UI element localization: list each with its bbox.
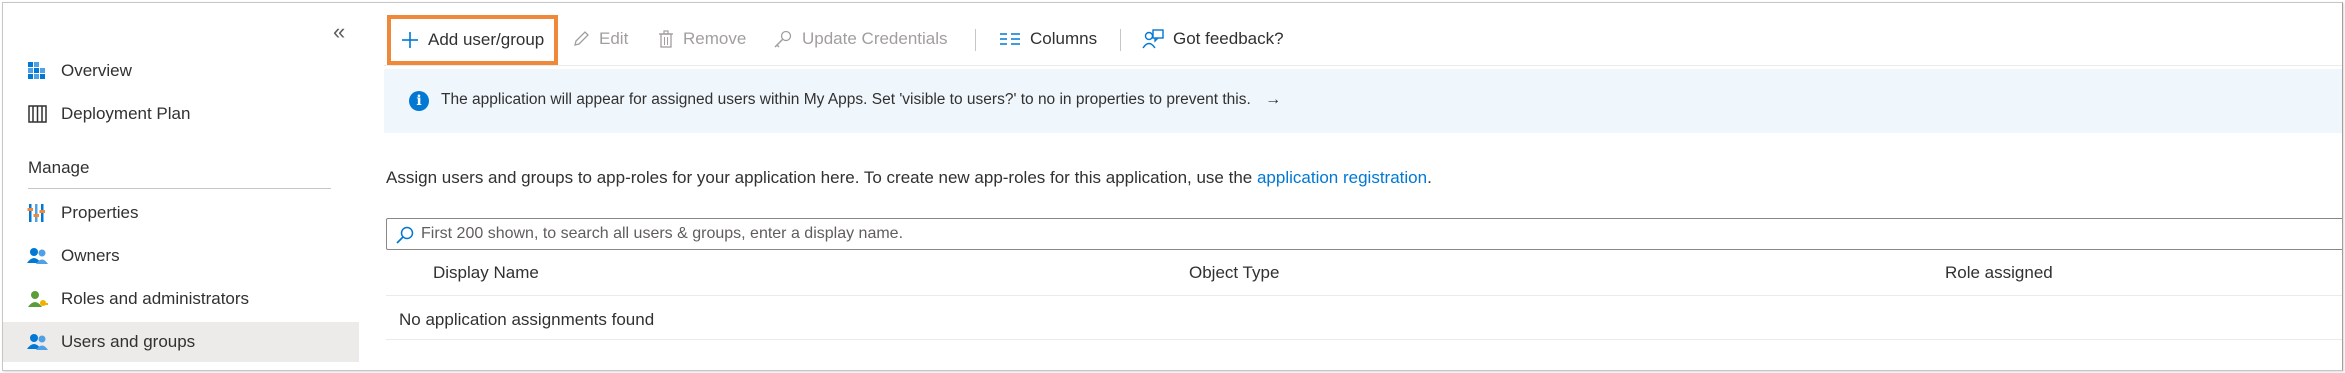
- column-header-display-name[interactable]: Display Name: [433, 263, 539, 283]
- empty-state-message: No application assignments found: [399, 310, 655, 329]
- sidebar-item-label: Overview: [61, 61, 132, 80]
- columns-icon: [999, 31, 1021, 47]
- app-window: « Overview Deployment Plan Manage Proper…: [2, 2, 2343, 371]
- application-registration-link[interactable]: application registration: [1257, 168, 1427, 187]
- toolbar-separator: [1120, 29, 1121, 51]
- column-header-role-assigned[interactable]: Role assigned: [1945, 263, 2053, 283]
- arrow-right-icon[interactable]: →: [1265, 91, 1281, 108]
- sidebar-item-roles-and-administrators[interactable]: Roles and administrators: [3, 279, 359, 319]
- update-credentials-label: Update Credentials: [802, 29, 948, 48]
- properties-icon: [27, 203, 49, 223]
- sidebar-item-users-and-groups[interactable]: Users and groups: [3, 322, 359, 362]
- sidebar-item-label: Deployment Plan: [61, 104, 191, 123]
- remove-label: Remove: [683, 29, 747, 48]
- update-credentials-button[interactable]: Update Credentials: [773, 17, 948, 61]
- feedback-button[interactable]: Got feedback?: [1142, 17, 1284, 61]
- plus-icon: [401, 31, 419, 49]
- trash-icon: [658, 30, 674, 48]
- table-header-divider: [386, 295, 2342, 296]
- remove-button[interactable]: Remove: [658, 17, 746, 61]
- key-icon: [773, 30, 793, 48]
- feedback-icon: [1142, 29, 1164, 49]
- table-row-divider: [386, 339, 2342, 340]
- edit-label: Edit: [599, 29, 629, 48]
- info-banner: i The application will appear for assign…: [384, 69, 2342, 133]
- sidebar-item-overview[interactable]: Overview: [3, 51, 359, 91]
- info-message: The application will appear for assigned…: [441, 91, 1251, 108]
- pencil-icon: [572, 30, 590, 48]
- columns-label: Columns: [1030, 29, 1098, 48]
- collapse-sidebar-button[interactable]: «: [333, 19, 345, 45]
- search-box: [386, 218, 2342, 250]
- toolbar-divider: [384, 65, 2342, 66]
- assign-description: Assign users and groups to app-roles for…: [386, 168, 1432, 188]
- assign-description-text: Assign users and groups to app-roles for…: [386, 168, 1257, 187]
- roles-icon: [27, 289, 49, 309]
- add-user-group-label: Add user/group: [428, 30, 545, 49]
- section-divider: [28, 188, 331, 189]
- toolbar-separator: [975, 29, 976, 51]
- sidebar-item-owners[interactable]: Owners: [3, 236, 359, 276]
- sidebar-item-label: Owners: [61, 246, 120, 265]
- feedback-label: Got feedback?: [1173, 29, 1284, 48]
- column-header-object-type[interactable]: Object Type: [1189, 263, 1279, 283]
- book-icon: [27, 104, 49, 124]
- sidebar-item-deployment-plan[interactable]: Deployment Plan: [3, 94, 359, 134]
- section-heading-manage: Manage: [28, 158, 90, 177]
- assign-description-suffix: .: [1427, 168, 1432, 187]
- users-groups-icon: [27, 332, 49, 352]
- search-icon: [395, 225, 415, 245]
- info-icon: i: [409, 91, 429, 111]
- columns-button[interactable]: Columns: [999, 17, 1097, 61]
- overview-icon: [27, 61, 49, 81]
- sidebar-item-label: Roles and administrators: [61, 289, 250, 308]
- sidebar-item-label: Properties: [61, 203, 139, 222]
- add-user-group-button[interactable]: Add user/group: [387, 15, 559, 65]
- command-bar: Add user/group Edit Remove Update Creden…: [384, 15, 2342, 65]
- search-input[interactable]: [421, 221, 2321, 247]
- edit-button[interactable]: Edit: [572, 17, 628, 61]
- owners-icon: [27, 246, 49, 266]
- sidebar-item-properties[interactable]: Properties: [3, 193, 359, 233]
- sidebar-item-label: Users and groups: [61, 332, 196, 351]
- sidebar: « Overview Deployment Plan Manage Proper…: [3, 3, 359, 370]
